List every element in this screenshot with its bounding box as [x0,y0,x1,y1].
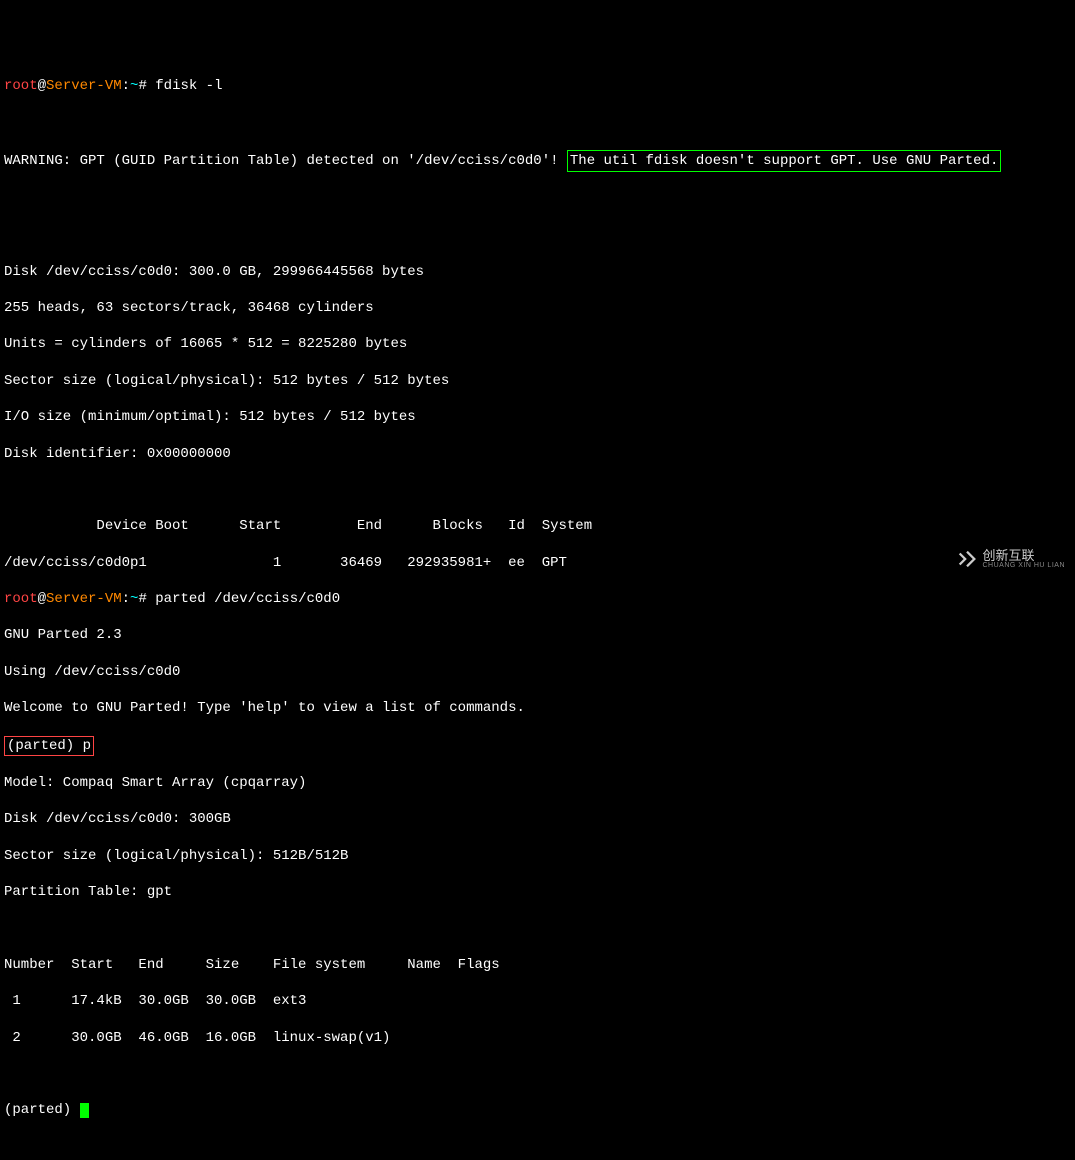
parted-intro: Using /dev/cciss/c0d0 [4,663,1071,681]
command-parted[interactable]: parted /dev/cciss/c0d0 [155,591,340,607]
prompt-host: Server-VM [46,591,122,607]
disk-info-line: Units = cylinders of 16065 * 512 = 82252… [4,335,1071,353]
parted-p-highlight: (parted) p [4,736,94,756]
fdisk-table-row: /dev/cciss/c0d0p1 1 36469 292935981+ ee … [4,554,1071,572]
prompt-user: root [4,591,38,607]
parted-model-line: Model: Compaq Smart Array (cpqarray) [4,774,1071,792]
warning-prefix: WARNING: GPT (GUID Partition Table) dete… [4,153,559,169]
prompt-line-2: root@Server-VM:~# parted /dev/cciss/c0d0 [4,590,1071,608]
disk-info-line: 255 heads, 63 sectors/track, 36468 cylin… [4,299,1071,317]
parted-prompt-line: (parted) [4,1101,1071,1119]
parted-table-header: Number Start End Size File system Name F… [4,956,1071,974]
disk-info-line: Disk identifier: 0x00000000 [4,445,1071,463]
fdisk-table-header: Device Boot Start End Blocks Id System [4,517,1071,535]
parted-table-row: 2 30.0GB 46.0GB 16.0GB linux-swap(v1) [4,1029,1071,1047]
parted-model-line: Disk /dev/cciss/c0d0: 300GB [4,810,1071,828]
parted-model-line: Sector size (logical/physical): 512B/512… [4,847,1071,865]
disk-info-line: Sector size (logical/physical): 512 byte… [4,372,1071,390]
command-fdisk[interactable]: fdisk -l [155,78,222,94]
parted-intro: Welcome to GNU Parted! Type 'help' to vi… [4,699,1071,717]
parted-intro: GNU Parted 2.3 [4,626,1071,644]
prompt-host: Server-VM [46,78,122,94]
disk-info-line: Disk /dev/cciss/c0d0: 300.0 GB, 29996644… [4,263,1071,281]
parted-p-line: (parted) p [4,736,1071,756]
watermark-cn: 创新互联 [982,549,1065,562]
parted-model-line: Partition Table: gpt [4,883,1071,901]
logo-icon [956,548,978,570]
parted-table-row: 1 17.4kB 30.0GB 30.0GB ext3 [4,992,1071,1010]
warning-highlight: The util fdisk doesn't support GPT. Use … [567,150,1001,172]
parted-subcommand[interactable]: p [83,738,91,754]
prompt-path: ~ [130,591,138,607]
cursor-icon[interactable] [80,1103,89,1118]
prompt-user: root [4,78,38,94]
prompt-line-1: root@Server-VM:~# fdisk -l [4,77,1071,95]
warning-line: WARNING: GPT (GUID Partition Table) dete… [4,150,1071,172]
disk-info-line: I/O size (minimum/optimal): 512 bytes / … [4,408,1071,426]
watermark-en: CHUANG XIN HU LIAN [982,562,1065,569]
watermark: 创新互联 CHUANG XIN HU LIAN [956,548,1065,570]
